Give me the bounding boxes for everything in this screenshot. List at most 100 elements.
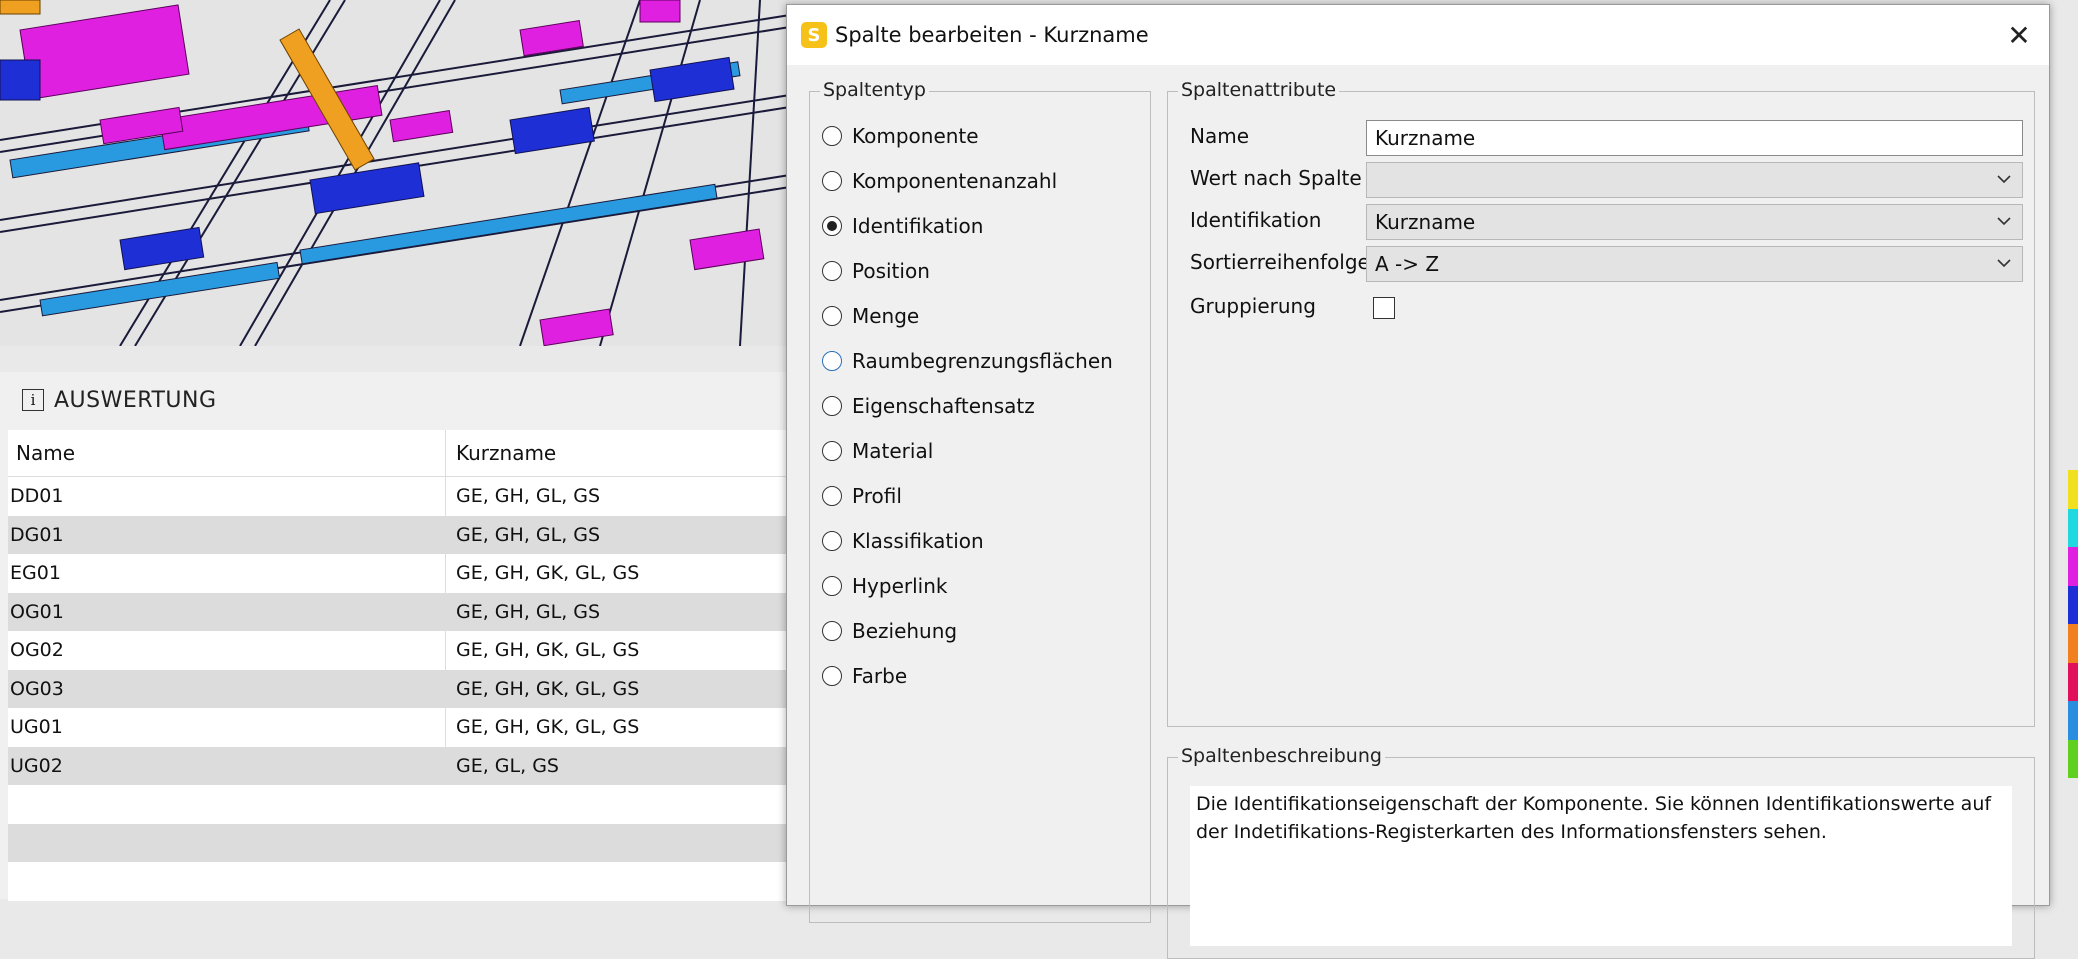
evaluation-panel: i AUSWERTUNG Name Kurzname DD01 GE, GH, G…	[0, 372, 790, 901]
radio-label: Beziehung	[852, 619, 958, 643]
table-row[interactable]: EG01 GE, GH, GK, GL, GS	[8, 554, 790, 593]
empty-row	[8, 823, 790, 862]
value-by-column-label: Wert nach Spalte	[1190, 166, 1362, 190]
radio-label: Profil	[852, 484, 902, 508]
radio-option-profil[interactable]: Profil	[822, 484, 902, 508]
radio-label: Klassifikation	[852, 529, 984, 553]
radio-button[interactable]	[822, 216, 842, 236]
color-swatch	[2068, 624, 2078, 663]
cell-name: DG01	[8, 515, 446, 554]
radio-option-komponente[interactable]: Komponente	[822, 124, 979, 148]
radio-option-raumbegrenzungsflächen[interactable]: Raumbegrenzungsflächen	[822, 349, 1113, 373]
cell-kurzname: GE, GH, GL, GS	[456, 600, 601, 623]
radio-button[interactable]	[822, 351, 842, 371]
chevron-down-icon	[1997, 175, 2011, 184]
radio-option-klassifikation[interactable]: Klassifikation	[822, 529, 984, 553]
chevron-down-icon	[1997, 217, 2011, 226]
radio-button[interactable]	[822, 261, 842, 281]
column-header-kurzname[interactable]: Kurzname	[446, 430, 790, 476]
value-by-column-select[interactable]	[1366, 162, 2023, 198]
radio-option-farbe[interactable]: Farbe	[822, 664, 907, 688]
cell-name: OG03	[8, 669, 446, 708]
radio-label: Menge	[852, 304, 920, 328]
radio-option-komponentenanzahl[interactable]: Komponentenanzahl	[822, 169, 1057, 193]
column-attributes-legend: Spaltenattribute	[1178, 79, 1340, 101]
table-row[interactable]: OG02 GE, GH, GK, GL, GS	[8, 631, 790, 670]
radio-option-beziehung[interactable]: Beziehung	[822, 619, 957, 643]
radio-option-eigenschaftensatz[interactable]: Eigenschaftensatz	[822, 394, 1035, 418]
radio-label: Position	[852, 259, 930, 283]
sort-order-select[interactable]: A -> Z	[1366, 246, 2023, 282]
radio-option-material[interactable]: Material	[822, 439, 933, 463]
evaluation-table[interactable]: Name Kurzname DD01 GE, GH, GL, GS DG01 GE, …	[8, 430, 790, 901]
grouping-checkbox[interactable]	[1373, 297, 1395, 319]
app-icon: S	[801, 22, 827, 48]
cell-kurzname: GE, GH, GL, GS	[456, 485, 601, 508]
column-type-legend: Spaltentyp	[820, 79, 929, 101]
radio-button[interactable]	[822, 486, 842, 506]
empty-row	[8, 862, 790, 901]
panel-header: i AUSWERTUNG	[8, 372, 790, 428]
cell-name: EG01	[8, 554, 446, 593]
3d-model-canvas[interactable]	[0, 0, 790, 346]
identification-value: Kurzname	[1375, 210, 1476, 234]
cell-name: OG01	[8, 592, 446, 631]
column-attributes-group: Spaltenattribute Name Kurzname Wert nach…	[1167, 79, 2035, 727]
radio-label: Farbe	[852, 664, 908, 688]
column-description-group: Spaltenbeschreibung Die Identifikationse…	[1167, 745, 2035, 959]
dialog-title: Spalte bearbeiten - Kurzname	[835, 23, 1149, 47]
radio-button[interactable]	[822, 621, 842, 641]
table-row[interactable]: OG01 GE, GH, GL, GS	[8, 592, 790, 631]
grouping-label: Gruppierung	[1190, 294, 1316, 318]
name-input-value: Kurzname	[1375, 126, 1476, 150]
radio-button[interactable]	[822, 666, 842, 686]
radio-label: Raumbegrenzungsflächen	[852, 349, 1113, 373]
cell-kurzname: GE, GH, GL, GS	[456, 523, 601, 546]
radio-option-menge[interactable]: Menge	[822, 304, 919, 328]
radio-button[interactable]	[822, 306, 842, 326]
cell-name: UG02	[8, 746, 446, 785]
panel-title: AUSWERTUNG	[54, 387, 217, 413]
radio-option-position[interactable]: Position	[822, 259, 930, 283]
name-input[interactable]: Kurzname	[1366, 120, 2023, 156]
radio-button[interactable]	[822, 531, 842, 551]
radio-button[interactable]	[822, 576, 842, 596]
color-swatch	[2068, 585, 2078, 624]
column-description-text: Die Identifikationseigenschaft der Kompo…	[1190, 786, 2012, 946]
cell-kurzname: GE, GH, GK, GL, GS	[456, 716, 640, 739]
column-description-legend: Spaltenbeschreibung	[1178, 745, 1385, 767]
table-row[interactable]: OG03 GE, GH, GK, GL, GS	[8, 669, 790, 708]
cell-kurzname: GE, GH, GK, GL, GS	[456, 562, 640, 585]
radio-option-hyperlink[interactable]: Hyperlink	[822, 574, 947, 598]
radio-selected-dot	[827, 221, 837, 231]
cell-kurzname: GE, GH, GK, GL, GS	[456, 677, 640, 700]
radio-option-identifikation[interactable]: Identifikation	[822, 214, 983, 238]
radio-button[interactable]	[822, 441, 842, 461]
table-row[interactable]: DD01 GE, GH, GL, GS	[8, 477, 790, 516]
table-row[interactable]: DG01 GE, GH, GL, GS	[8, 515, 790, 554]
radio-label: Komponentenanzahl	[852, 169, 1058, 193]
3d-viewport[interactable]	[0, 0, 790, 346]
radio-button[interactable]	[822, 396, 842, 416]
sort-order-value: A -> Z	[1375, 252, 1440, 276]
cell-kurzname: GE, GH, GK, GL, GS	[456, 639, 640, 662]
info-icon: i	[22, 389, 44, 411]
dialog-titlebar[interactable]: S Spalte bearbeiten - Kurzname ✕	[787, 5, 2049, 65]
color-swatch	[2068, 470, 2078, 509]
table-row[interactable]: UG01 GE, GH, GK, GL, GS	[8, 708, 790, 747]
close-button[interactable]: ✕	[1989, 5, 2049, 65]
color-swatch	[2068, 739, 2078, 778]
cell-kurzname: GE, GL, GS	[456, 754, 559, 777]
radio-button[interactable]	[822, 126, 842, 146]
radio-label: Komponente	[852, 124, 979, 148]
identification-select[interactable]: Kurzname	[1366, 204, 2023, 240]
cell-name: UG01	[8, 708, 446, 747]
cell-name: DD01	[8, 477, 446, 516]
column-header-name[interactable]: Name	[8, 430, 446, 476]
table-row[interactable]: UG02 GE, GL, GS	[8, 746, 790, 785]
radio-label: Identifikation	[852, 214, 984, 238]
chevron-down-icon	[1997, 259, 2011, 268]
radio-button[interactable]	[822, 171, 842, 191]
column-type-group: Spaltentyp Komponente Komponentenanzahl Id…	[809, 79, 1151, 923]
color-swatch	[2068, 508, 2078, 547]
